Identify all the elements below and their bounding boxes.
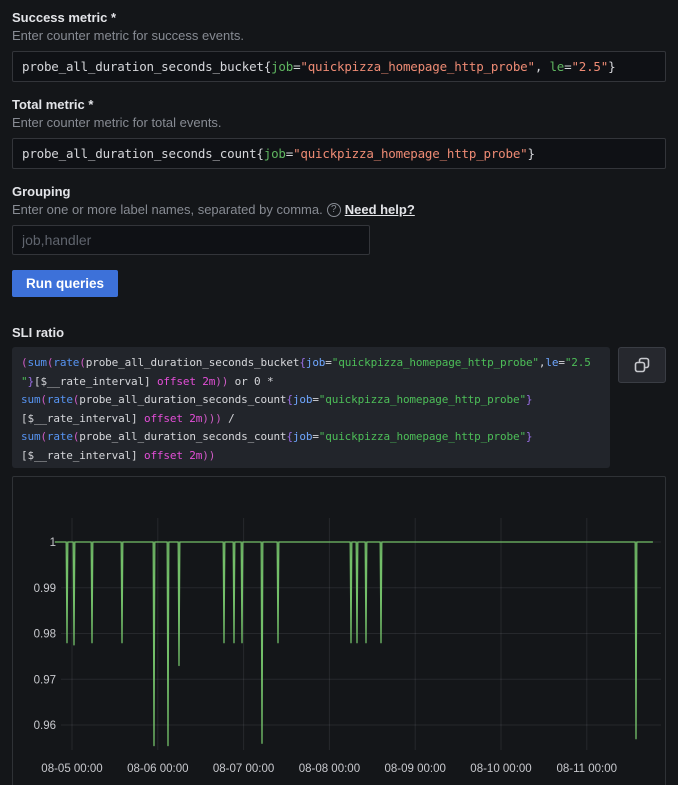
svg-text:0.98: 0.98: [34, 629, 56, 641]
svg-text:08-08 00:00: 08-08 00:00: [299, 763, 360, 775]
sli-time-series-chart[interactable]: 1 0.99 0.98 0.97 0.96 08-05 00:00 08-06 00:00 0…: [13, 477, 665, 785]
total-metric-label: Total metric *: [12, 97, 666, 112]
svg-text:08-06 00:00: 08-06 00:00: [127, 763, 188, 775]
svg-text:1: 1: [50, 537, 56, 549]
total-metric-description: Enter counter metric for total events.: [12, 115, 666, 130]
help-icon[interactable]: ?: [327, 203, 341, 217]
grouping-field: Grouping Enter one or more label names, …: [12, 184, 666, 270]
code-line: sum(rate(probe_all_duration_seconds_coun…: [21, 428, 601, 447]
svg-text:08-11 00:00: 08-11 00:00: [557, 763, 618, 775]
total-metric-input[interactable]: probe_all_duration_seconds_count{job="qu…: [12, 138, 666, 169]
grouping-description-row: Enter one or more label names, separated…: [12, 202, 666, 217]
grouping-description: Enter one or more label names, separated…: [12, 202, 323, 217]
success-metric-field: Success metric * Enter counter metric fo…: [12, 10, 666, 82]
success-metric-label: Success metric *: [12, 10, 666, 25]
sli-ratio-label: SLI ratio: [12, 325, 666, 340]
sli-ratio-block: (sum(rate(probe_all_duration_seconds_buc…: [12, 347, 666, 468]
slo-query-editor: Success metric * Enter counter metric fo…: [0, 0, 678, 785]
grouping-input[interactable]: [12, 225, 370, 255]
copy-button[interactable]: [618, 347, 666, 383]
svg-text:08-10 00:00: 08-10 00:00: [470, 763, 531, 775]
svg-text:08-09 00:00: 08-09 00:00: [385, 763, 446, 775]
need-help-link[interactable]: Need help?: [345, 202, 415, 217]
code-line: sum(rate(probe_all_duration_seconds_coun…: [21, 391, 601, 410]
sli-chart-panel[interactable]: 1 0.99 0.98 0.97 0.96 08-05 00:00 08-06 00:00 0…: [12, 476, 666, 785]
total-metric-field: Total metric * Enter counter metric for …: [12, 97, 666, 169]
svg-text:0.99: 0.99: [34, 583, 56, 595]
code-line: (sum(rate(probe_all_duration_seconds_buc…: [21, 354, 601, 373]
svg-text:08-05 00:00: 08-05 00:00: [41, 763, 102, 775]
run-queries-button[interactable]: Run queries: [12, 270, 118, 297]
svg-text:08-07 00:00: 08-07 00:00: [213, 763, 274, 775]
code-line: [$__rate_interval] offset 2m)): [21, 447, 601, 466]
svg-text:0.97: 0.97: [34, 674, 56, 686]
grouping-label: Grouping: [12, 184, 666, 199]
success-metric-input[interactable]: probe_all_duration_seconds_bucket{job="q…: [12, 51, 666, 82]
copy-icon: [634, 357, 650, 373]
code-line: "}[$__rate_interval] offset 2m)) or 0 *: [21, 373, 601, 392]
svg-text:0.96: 0.96: [34, 720, 56, 732]
code-line: [$__rate_interval] offset 2m))) /: [21, 410, 601, 429]
sli-ratio-code: (sum(rate(probe_all_duration_seconds_buc…: [12, 347, 610, 468]
success-metric-description: Enter counter metric for success events.: [12, 28, 666, 43]
